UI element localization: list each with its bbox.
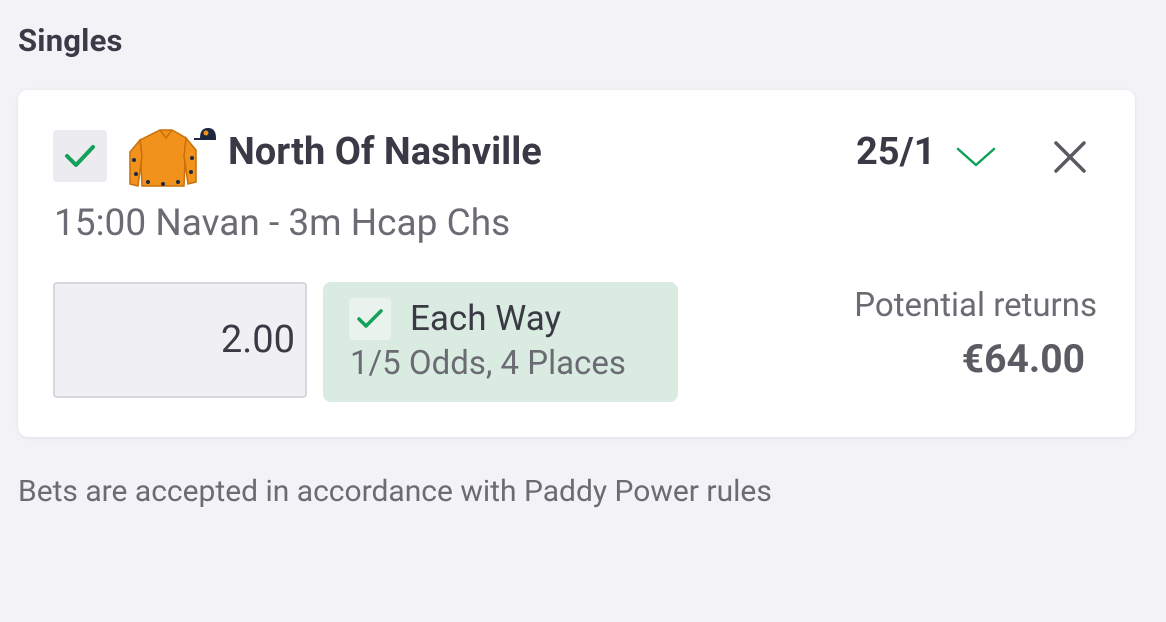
jockey-silks-icon bbox=[126, 126, 218, 196]
potential-returns-label: Potential returns bbox=[854, 286, 1097, 325]
race-info: 15:00 Navan - 3m Hcap Chs bbox=[54, 202, 511, 245]
odds-dropdown-toggle[interactable] bbox=[954, 142, 998, 172]
each-way-checkbox[interactable] bbox=[349, 298, 391, 340]
bet-slip-card: North Of Nashville 25/1 15:00 Navan - 3m… bbox=[18, 90, 1135, 437]
section-title: Singles bbox=[18, 22, 123, 59]
select-bet-checkbox[interactable] bbox=[53, 130, 107, 182]
check-icon bbox=[357, 309, 383, 328]
runner-name: North Of Nashville bbox=[228, 130, 542, 174]
each-way-label: Each Way bbox=[410, 298, 562, 339]
close-icon bbox=[1054, 141, 1086, 173]
check-icon bbox=[65, 145, 95, 167]
each-way-terms: 1/5 Odds, 4 Places bbox=[350, 344, 626, 383]
potential-returns-value: €64.00 bbox=[961, 336, 1085, 382]
odds-value[interactable]: 25/1 bbox=[856, 130, 936, 174]
rules-notice: Bets are accepted in accordance with Pad… bbox=[18, 474, 772, 509]
chevron-down-icon bbox=[956, 147, 996, 167]
stake-input[interactable] bbox=[53, 282, 307, 398]
each-way-toggle[interactable]: Each Way 1/5 Odds, 4 Places bbox=[323, 282, 678, 402]
remove-bet-button[interactable] bbox=[1048, 135, 1092, 179]
